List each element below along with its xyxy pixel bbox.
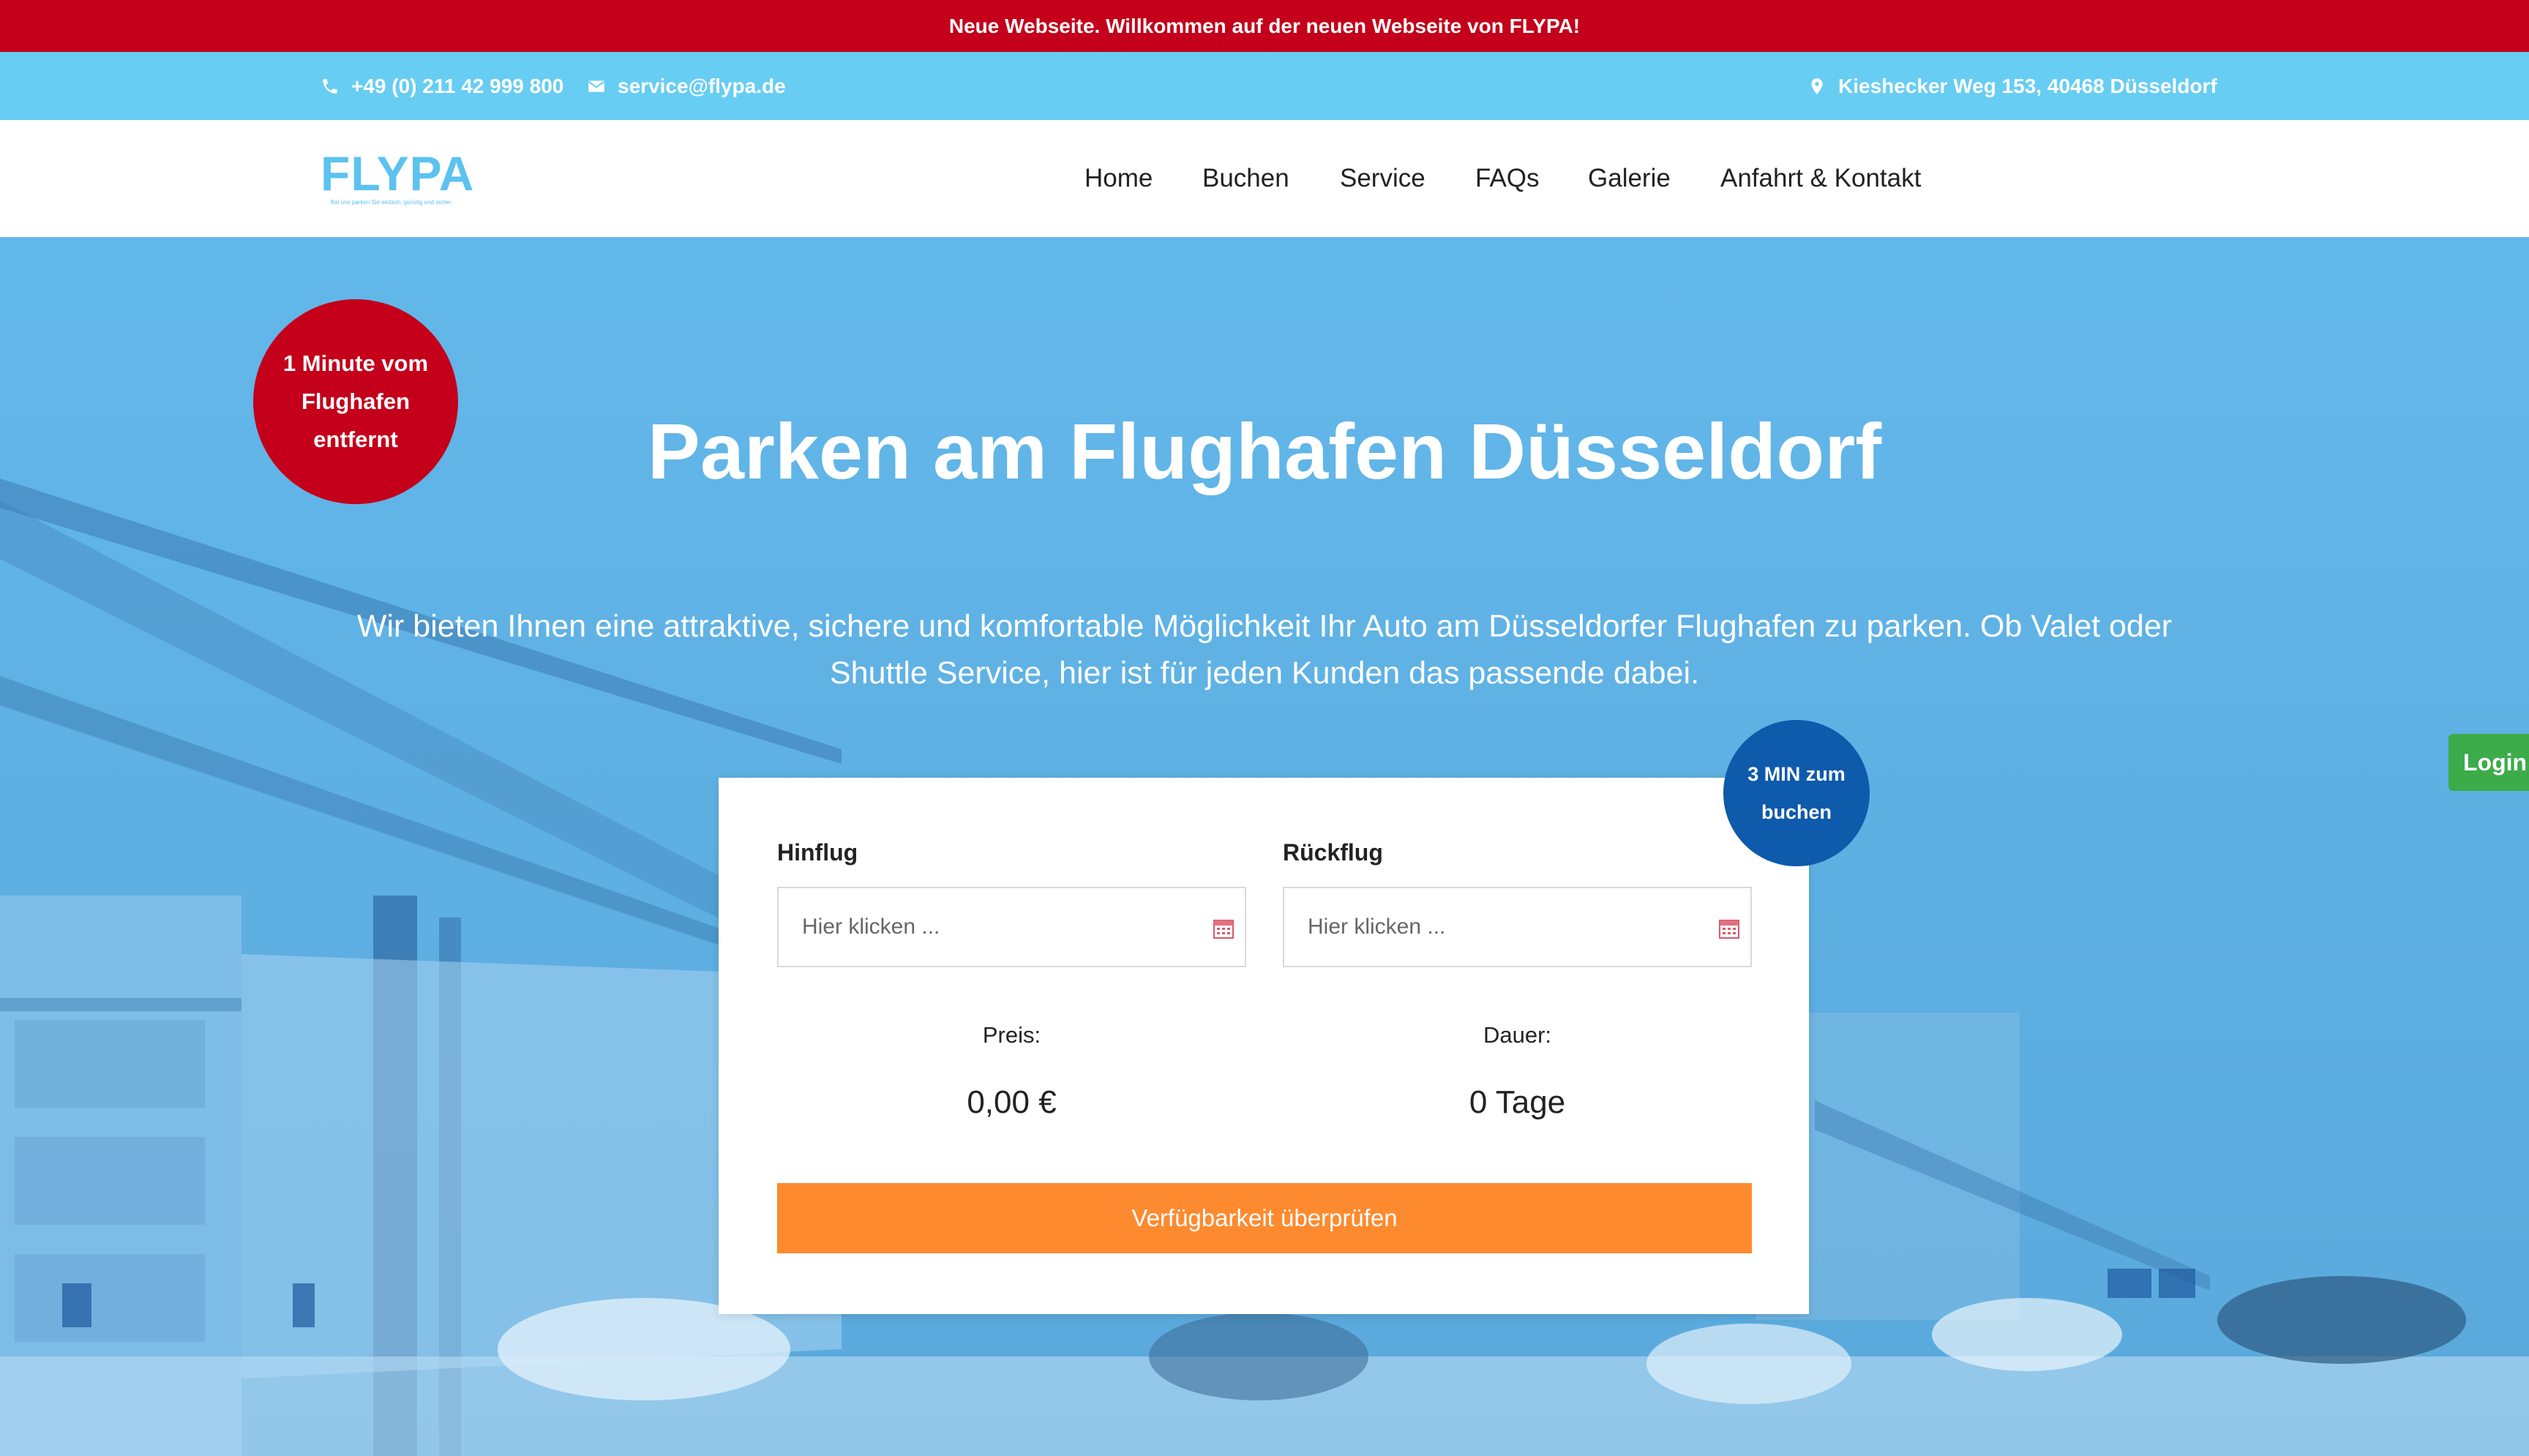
hero-title: Parken am Flughafen Düsseldorf [0, 405, 2529, 497]
booking-time-text: 3 MIN zum buchen [1747, 763, 1846, 823]
announcement-bar: Neue Webseite. Willkommen auf der neuen … [0, 0, 2529, 52]
phone-icon [323, 78, 337, 94]
email-link[interactable]: service@flypa.de [587, 52, 786, 120]
outbound-date-input[interactable]: Hier klicken ... [777, 887, 1246, 967]
announcement-text: Neue Webseite. Willkommen auf der neuen … [948, 14, 1581, 37]
return-label: Rückflug [1283, 839, 1383, 866]
outbound-label: Hinflug [777, 839, 858, 866]
calendar-icon[interactable] [1718, 917, 1740, 939]
nav-item-faqs[interactable]: FAQs [1475, 164, 1540, 193]
phone-link[interactable]: +49 (0) 211 42 999 800 [321, 52, 563, 120]
main-nav: Home Buchen Service FAQs Galerie Anfahrt… [0, 120, 2529, 237]
phone-text: +49 (0) 211 42 999 800 [351, 74, 564, 97]
nav-item-anfahrt-kontakt[interactable]: Anfahrt & Kontakt [1720, 164, 1921, 193]
map-pin-icon [1811, 78, 1823, 94]
contact-bar: +49 (0) 211 42 999 800 service@flypa.de … [0, 52, 2529, 120]
price-label: Preis: [982, 1022, 1041, 1048]
return-date-input[interactable]: Hier klicken ... [1283, 887, 1752, 967]
nav-item-home[interactable]: Home [1084, 164, 1153, 193]
address-link[interactable]: Kieshecker Weg 153, 40468 Düsseldorf [1807, 52, 2217, 120]
nav-item-service[interactable]: Service [1340, 164, 1425, 193]
envelope-icon [588, 80, 605, 92]
nav-item-galerie[interactable]: Galerie [1588, 164, 1671, 193]
login-button[interactable]: Login [2449, 734, 2529, 791]
site-header: FLYPA Bei uns parken Sie einfach, günsti… [0, 120, 2529, 237]
hero-section: 1 Minute vom Flughafen entfernt Parken a… [0, 237, 2529, 1456]
email-text: service@flypa.de [618, 74, 786, 97]
nav-item-buchen[interactable]: Buchen [1202, 164, 1289, 193]
price-value: 0,00 € [967, 1084, 1057, 1120]
hero-title-text: Parken am Flughafen Düsseldorf [647, 407, 1882, 495]
check-availability-button[interactable]: Verfügbarkeit überprüfen [777, 1183, 1752, 1253]
hero-subtitle: Wir bieten Ihnen eine attraktive, sicher… [356, 609, 2173, 691]
duration-label: Dauer: [1483, 1022, 1552, 1048]
calendar-icon[interactable] [1213, 917, 1234, 939]
return-placeholder: Hier klicken ... [1308, 915, 1446, 939]
address-text: Kieshecker Weg 153, 40468 Düsseldorf [1838, 74, 2217, 97]
outbound-placeholder: Hier klicken ... [802, 915, 940, 939]
booking-form: Hinflug Hier klicken ... Rückflug Hier k… [719, 778, 1809, 1314]
booking-time-badge: 3 MIN zum buchen [1723, 720, 1870, 866]
duration-value: 0 Tage [1469, 1084, 1566, 1120]
